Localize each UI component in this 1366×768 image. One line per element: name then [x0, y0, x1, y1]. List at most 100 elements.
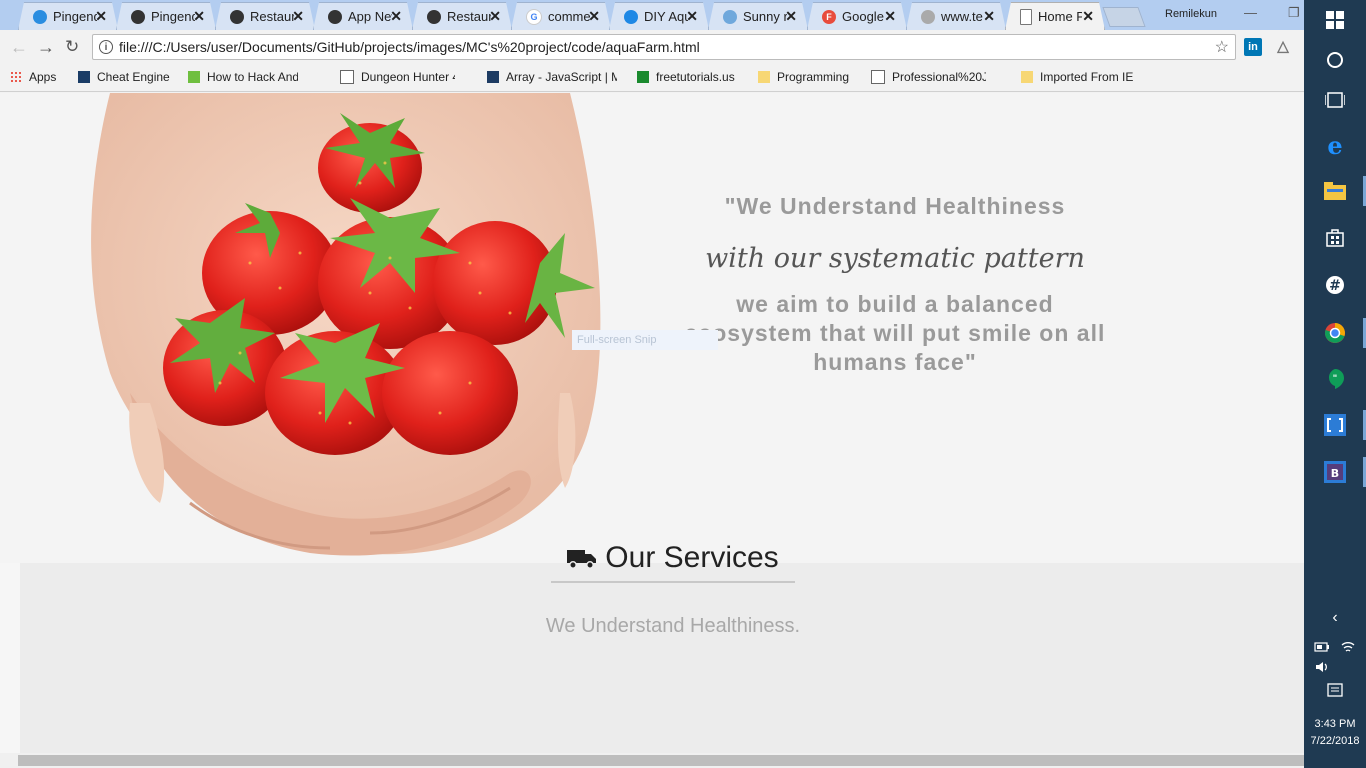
profile-name[interactable]: Remilekun: [1165, 8, 1217, 20]
wifi-icon[interactable]: [1338, 632, 1358, 662]
mdn-icon: [487, 71, 499, 83]
close-tab-icon[interactable]: ✕: [1082, 8, 1094, 25]
tab-label: Home P: [1038, 9, 1082, 24]
tab-label: www.te: [941, 9, 983, 24]
bookmark-item[interactable]: Imported From IE: [1021, 70, 1133, 84]
tab-label: App New: [348, 9, 392, 24]
task-view-icon[interactable]: [1320, 85, 1350, 115]
truck-icon: [567, 550, 597, 569]
bookmark-item[interactable]: Cheat Engine: [78, 70, 170, 84]
svg-text:#: #: [1329, 278, 1341, 294]
services-divider: [551, 581, 795, 583]
folder-icon: [758, 71, 770, 83]
close-tab-icon[interactable]: ✕: [489, 8, 501, 25]
browser-tab[interactable]: Home P ✕: [1005, 2, 1105, 30]
bookmark-item[interactable]: How to Hack Android: [188, 70, 298, 84]
close-tab-icon[interactable]: ✕: [292, 8, 304, 25]
slack-icon[interactable]: #: [1320, 270, 1350, 300]
close-tab-icon[interactable]: ✕: [95, 8, 107, 25]
notifications-icon[interactable]: [1320, 676, 1350, 706]
back-arrow-icon[interactable]: ←: [10, 37, 28, 58]
services-subtitle: We Understand Healthiness.: [545, 615, 801, 637]
browser-toolbar: ← → ↻ i file:///C:/Users/user/Documents/…: [0, 30, 1304, 64]
browser-tab[interactable]: Gcomme ✕: [511, 2, 611, 30]
page-icon: [871, 70, 885, 84]
cheat-engine-icon: [78, 71, 90, 83]
close-tab-icon[interactable]: ✕: [588, 8, 600, 25]
mail-icon: [921, 9, 935, 24]
android-icon: [188, 71, 200, 83]
restore-icon[interactable]: ❐: [1288, 5, 1300, 21]
svg-text:": ": [1333, 374, 1338, 384]
hero-section: "We Understand Healthiness with our syst…: [0, 93, 1304, 563]
taskbar-clock[interactable]: 3:43 PM 7/22/2018: [1304, 716, 1366, 750]
store-icon[interactable]: [1320, 222, 1350, 252]
new-tab-button[interactable]: [1102, 7, 1146, 27]
scrollbar-thumb[interactable]: [18, 755, 1304, 766]
tab-label: Google: [842, 9, 884, 24]
info-icon[interactable]: i: [99, 40, 113, 54]
svg-text:B: B: [1331, 467, 1339, 480]
close-tab-icon[interactable]: ✕: [193, 8, 205, 25]
strawberries-hands-image: [91, 93, 601, 556]
browser-tab[interactable]: App New✕: [313, 2, 413, 30]
drive-extension-icon[interactable]: △: [1274, 38, 1292, 56]
edge-icon[interactable]: e: [1320, 130, 1350, 160]
horizontal-scrollbar[interactable]: [0, 753, 1304, 768]
page-icon: [340, 70, 354, 84]
browser-tab[interactable]: Sunny r ✕: [708, 2, 808, 30]
chevron-left-icon[interactable]: ‹: [1320, 603, 1350, 633]
apps-grid-icon: [10, 71, 22, 83]
services-title-text: Our Services: [605, 541, 779, 574]
tab-label: Pingendo: [151, 9, 195, 24]
browser-tab[interactable]: Restaurant✕: [412, 2, 512, 30]
browser-tab[interactable]: F Google ✕: [807, 2, 907, 30]
bookmark-label: freetutorials.us: [656, 70, 735, 84]
forward-arrow-icon[interactable]: →: [37, 37, 55, 58]
services-section: [20, 563, 1304, 753]
minimize-icon[interactable]: —: [1244, 5, 1257, 20]
bookmark-item[interactable]: Professional%20JavaScript: [871, 70, 986, 84]
snip-overlay: Full-screen Snip: [572, 330, 718, 350]
close-tab-icon[interactable]: ✕: [983, 8, 995, 25]
web-page: "We Understand Healthiness with our syst…: [0, 93, 1304, 753]
clock-time: 3:43 PM: [1314, 718, 1356, 730]
address-url[interactable]: file:///C:/Users/user/Documents/GitHub/p…: [119, 39, 1215, 55]
bookmark-item[interactable]: Array - JavaScript | MDN: [487, 70, 617, 84]
close-tab-icon[interactable]: ✕: [785, 8, 797, 25]
folder-icon: [1021, 71, 1033, 83]
bookmark-label: Cheat Engine: [97, 70, 170, 84]
bookmark-item[interactable]: Apps: [10, 70, 56, 84]
bookmark-star-icon[interactable]: ☆: [1215, 37, 1229, 57]
bookmark-item[interactable]: freetutorials.us: [637, 70, 735, 84]
f-icon: F: [822, 9, 836, 24]
chrome-icon[interactable]: [1320, 318, 1350, 348]
bootstrap-icon[interactable]: B: [1320, 457, 1350, 487]
close-tab-icon[interactable]: ✕: [686, 8, 698, 25]
weather-icon: [723, 9, 737, 24]
file-explorer-icon[interactable]: [1320, 176, 1350, 206]
start-icon[interactable]: [1320, 5, 1350, 35]
linkedin-extension-icon[interactable]: in: [1244, 38, 1262, 56]
bookmark-item[interactable]: Programming: [758, 70, 849, 84]
page-icon: [1020, 8, 1032, 25]
browser-tab[interactable]: www.te ✕: [906, 2, 1006, 30]
brackets-icon[interactable]: [1320, 410, 1350, 440]
browser-tab[interactable]: Restaurant✕: [215, 2, 315, 30]
browser-tab[interactable]: Pingendo✕: [116, 2, 216, 30]
cortana-icon[interactable]: [1320, 45, 1350, 75]
hero-quote-line1: "We Understand Healthiness: [724, 193, 1066, 219]
address-bar[interactable]: i file:///C:/Users/user/Documents/GitHub…: [92, 34, 1236, 60]
tab-label: Pingendo: [53, 9, 97, 24]
close-tab-icon[interactable]: ✕: [884, 8, 896, 25]
clock-date: 7/22/2018: [1310, 735, 1360, 747]
browser-tab[interactable]: DIY Aqu ✕: [609, 2, 709, 30]
github-icon: [131, 9, 145, 24]
close-tab-icon[interactable]: ✕: [390, 8, 402, 25]
github-icon: [427, 9, 441, 24]
bookmark-label: How to Hack Android: [207, 70, 298, 84]
hangouts-icon[interactable]: ": [1320, 364, 1350, 394]
reload-icon[interactable]: ↻: [65, 37, 79, 57]
browser-tab[interactable]: Pingendo✕: [18, 2, 118, 30]
bookmark-item[interactable]: Dungeon Hunter 4 Hack: [340, 70, 455, 84]
